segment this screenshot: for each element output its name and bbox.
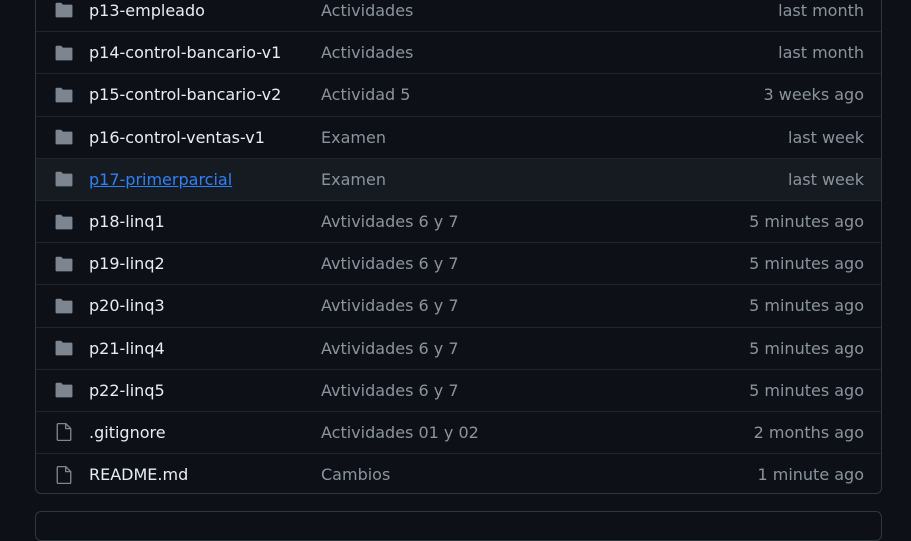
commit-message-link[interactable]: Avtividades 6 y 7 [321,296,459,315]
folder-icon [54,44,74,62]
file-name-link[interactable]: p20-linq3 [89,296,165,315]
file-row-p13-empleado[interactable]: p13-empleado Actividades last month [36,0,881,31]
commit-age: last month [778,0,864,20]
file-list: p13-empleado Actividades last month p14-… [35,0,882,494]
commit-age: 5 minutes ago [749,338,864,358]
file-row-p21-linq4[interactable]: p21-linq4 Avtividades 6 y 7 5 minutes ag… [36,326,881,369]
file-row-p20-linq3[interactable]: p20-linq3 Avtividades 6 y 7 5 minutes ag… [36,284,881,326]
readme-panel [35,511,882,541]
file-name-link[interactable]: p16-control-ventas-v1 [89,128,265,147]
commit-age: 2 months ago [753,422,864,442]
file-row-p19-linq2[interactable]: p19-linq2 Avtividades 6 y 7 5 minutes ag… [36,242,881,284]
folder-icon [54,170,74,188]
file-icon [54,465,74,484]
file-row-p18-linq1[interactable]: p18-linq1 Avtividades 6 y 7 5 minutes ag… [36,199,881,242]
commit-age: 5 minutes ago [749,380,864,400]
folder-icon [54,86,74,104]
folder-icon [54,339,74,357]
file-name-link[interactable]: p18-linq1 [89,212,165,231]
file-name-link[interactable]: p15-control-bancario-v2 [89,85,281,104]
file-name-link[interactable]: .gitignore [89,423,166,442]
commit-age: 5 minutes ago [749,254,864,274]
file-row-p14-control-bancario-v1[interactable]: p14-control-bancario-v1 Actividades last… [36,31,881,73]
commit-message-link[interactable]: Actividades [321,1,413,20]
file-row-readme[interactable]: README.md Cambios 1 minute ago [36,453,881,493]
file-name-link[interactable]: p22-linq5 [89,381,165,400]
commit-message-link[interactable]: Examen [321,170,386,189]
commit-message-link[interactable]: Cambios [321,465,390,484]
folder-icon [54,213,74,231]
file-name-link[interactable]: p19-linq2 [89,254,165,273]
commit-message-link[interactable]: Actividad 5 [321,85,410,104]
commit-message-link[interactable]: Actividades [321,43,413,62]
file-icon [54,423,74,442]
file-name-link[interactable]: p13-empleado [89,1,205,20]
commit-age: 3 weeks ago [763,85,864,105]
folder-icon [54,297,74,315]
file-name-link[interactable]: p21-linq4 [89,339,165,358]
commit-message-link[interactable]: Avtividades 6 y 7 [321,212,459,231]
file-row-p15-control-bancario-v2[interactable]: p15-control-bancario-v2 Actividad 5 3 we… [36,73,881,115]
file-row-p16-control-ventas-v1[interactable]: p16-control-ventas-v1 Examen last week [36,115,881,158]
file-row-p17-primerparcial[interactable]: p17-primerparcial Examen last week [36,157,881,200]
file-name-link[interactable]: p14-control-bancario-v1 [89,43,281,62]
file-row-p22-linq5[interactable]: p22-linq5 Avtividades 6 y 7 5 minutes ag… [36,368,881,411]
folder-icon [54,381,74,399]
commit-age: last week [788,127,864,147]
file-row-gitignore[interactable]: .gitignore Actividades 01 y 02 2 months … [36,410,881,453]
folder-icon [54,1,74,19]
commit-age: 5 minutes ago [749,296,864,316]
file-name-link[interactable]: README.md [89,465,188,484]
folder-icon [54,255,74,273]
commit-age: last month [778,43,864,63]
commit-message-link[interactable]: Avtividades 6 y 7 [321,254,459,273]
commit-message-link[interactable]: Avtividades 6 y 7 [321,381,459,400]
commit-message-link[interactable]: Actividades 01 y 02 [321,423,479,442]
file-name-link[interactable]: p17-primerparcial [89,170,232,189]
commit-message-link[interactable]: Examen [321,128,386,147]
commit-age: 1 minute ago [757,465,864,485]
commit-age: last week [788,169,864,189]
folder-icon [54,128,74,146]
commit-age: 5 minutes ago [749,212,864,232]
commit-message-link[interactable]: Avtividades 6 y 7 [321,339,459,358]
